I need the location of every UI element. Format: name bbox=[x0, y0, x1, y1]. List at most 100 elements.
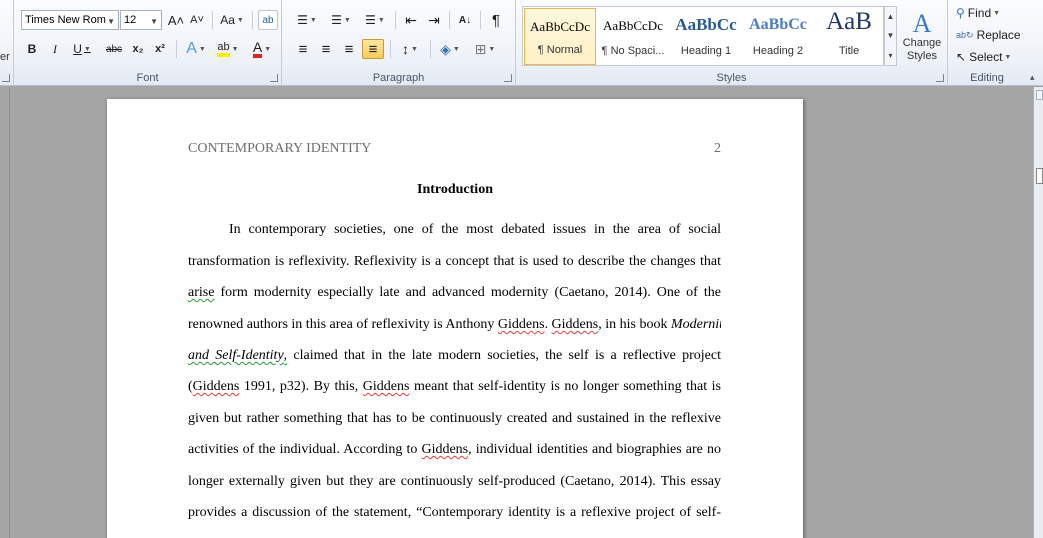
chevron-down-icon: ▼ bbox=[993, 9, 1001, 17]
font-dialog-launcher[interactable] bbox=[270, 74, 278, 82]
style-normal[interactable]: AaBbCcDc ¶ Normal bbox=[524, 8, 596, 65]
change-styles-icon: A bbox=[912, 8, 932, 38]
styles-gallery: AaBbCcDc ¶ Normal AaBbCcDc ¶ No Spaci...… bbox=[522, 6, 884, 66]
multilevel-list-button[interactable]: ☰ ▼ bbox=[360, 10, 390, 30]
body-line: longer externally given but they are con… bbox=[188, 474, 721, 492]
show-formatting-marks-button[interactable]: ¶ bbox=[485, 10, 507, 30]
shrink-font-icon: A˅ bbox=[190, 14, 204, 26]
line-spacing-icon: ↕ bbox=[402, 41, 410, 57]
change-styles-button[interactable]: A Change Styles bbox=[899, 6, 945, 66]
section-heading: Introduction bbox=[417, 182, 493, 197]
paragraph-dialog-launcher[interactable] bbox=[504, 74, 512, 82]
chevron-down-icon[interactable]: ▼ bbox=[887, 31, 895, 40]
change-case-button[interactable]: Aa ▼ bbox=[217, 10, 247, 30]
align-right-button[interactable]: ≡ bbox=[338, 39, 360, 59]
italic-icon: I bbox=[53, 41, 57, 56]
chevron-down-icon: ▼ bbox=[83, 45, 91, 53]
style-no-spacing[interactable]: AaBbCcDc ¶ No Spaci... bbox=[597, 8, 669, 65]
change-styles-label-2: Styles bbox=[907, 49, 937, 62]
borders-button[interactable]: ⊞ ▼ bbox=[470, 39, 500, 59]
font-size-combo[interactable]: 12 ▼ bbox=[120, 10, 162, 30]
vertical-scrollbar[interactable] bbox=[1033, 87, 1043, 538]
styles-gallery-scroll[interactable]: ▲ ▼ ▾ bbox=[884, 6, 897, 66]
find-button[interactable]: ⚲ Find ▼ bbox=[955, 3, 1023, 23]
underline-button[interactable]: U ▼ bbox=[68, 39, 96, 59]
multilevel-list-icon: ☰ bbox=[365, 13, 376, 27]
grow-font-icon: A˄ bbox=[167, 12, 185, 28]
clipboard-dialog-launcher[interactable] bbox=[2, 74, 10, 82]
style-title[interactable]: AaB Title bbox=[813, 8, 885, 65]
change-styles-label-1: Change bbox=[902, 36, 942, 49]
style-heading-2[interactable]: AaBbCc Heading 2 bbox=[742, 8, 814, 65]
chevron-down-icon: ▼ bbox=[1004, 53, 1012, 61]
select-button[interactable]: ↖ Select ▼ bbox=[955, 47, 1025, 67]
shading-button[interactable]: ◈ ▼ bbox=[435, 39, 465, 59]
body-line: renowned authors in this area of reflexi… bbox=[188, 317, 721, 335]
highlight-button[interactable]: ab ▼ bbox=[213, 39, 243, 59]
replace-button[interactable]: ab↻ Replace bbox=[955, 25, 1025, 45]
text-run: claimed that in the late modern societie… bbox=[287, 348, 721, 363]
line-spacing-button[interactable]: ↕ ▼ bbox=[395, 39, 425, 59]
spelling-flagged-word: Giddens bbox=[362, 379, 410, 394]
italic-text-run: and Self-Identity bbox=[188, 348, 284, 363]
clear-formatting-button[interactable]: ab bbox=[258, 10, 278, 30]
bold-button[interactable]: B bbox=[22, 39, 42, 59]
align-center-icon: ≡ bbox=[321, 40, 331, 58]
text-run: 1991, p32). By this, bbox=[239, 379, 363, 394]
more-styles-icon[interactable]: ▾ bbox=[888, 51, 892, 60]
decrease-indent-button[interactable]: ⇤ bbox=[400, 10, 422, 30]
chevron-down-icon: ▼ bbox=[411, 45, 418, 53]
grow-font-button[interactable]: A˄ bbox=[166, 10, 186, 30]
scrollbar-thumb[interactable] bbox=[1036, 168, 1043, 184]
body-line: (Giddens 1991, p32). By this, Giddens me… bbox=[188, 379, 721, 397]
divider bbox=[252, 11, 253, 29]
strikethrough-button[interactable]: abc bbox=[102, 39, 126, 59]
bullets-icon: ☰ bbox=[297, 13, 308, 27]
justify-button[interactable]: ≡ bbox=[362, 39, 384, 59]
ruler-toggle-icon[interactable] bbox=[1036, 90, 1043, 100]
italic-text-run: Modernity bbox=[670, 317, 721, 332]
font-name-combo[interactable]: Times New Rom ▼ bbox=[21, 10, 119, 30]
increase-indent-button[interactable]: ⇥ bbox=[423, 10, 445, 30]
align-left-button[interactable]: ≡ bbox=[292, 39, 314, 59]
body-line: and Self-Identity, claimed that in the l… bbox=[188, 348, 721, 366]
spelling-flagged-word: Giddens bbox=[551, 317, 599, 332]
text-run: , individual identities and biographies … bbox=[468, 442, 721, 457]
chevron-down-icon: ▼ bbox=[488, 45, 496, 53]
document-page[interactable]: CONTEMPORARY IDENTITY 2 Introduction In … bbox=[107, 99, 803, 538]
align-center-button[interactable]: ≡ bbox=[315, 39, 337, 59]
collapse-ribbon-icon[interactable]: ▴ bbox=[1030, 72, 1035, 83]
text-run: form modernity especially late and advan… bbox=[214, 285, 721, 300]
numbering-button[interactable]: ☰ ▼ bbox=[326, 10, 356, 30]
chevron-down-icon: ▼ bbox=[452, 45, 460, 53]
align-left-icon: ≡ bbox=[298, 40, 308, 58]
binoculars-icon: ⚲ bbox=[956, 6, 965, 20]
body-line: provides a discussion of the statement, … bbox=[188, 505, 721, 523]
style-name: Heading 1 bbox=[680, 45, 732, 57]
subscript-icon: x₂ bbox=[132, 43, 144, 55]
font-color-button[interactable]: A ▼ bbox=[247, 39, 277, 59]
font-color-icon: A bbox=[252, 40, 263, 58]
change-case-icon: Aa bbox=[220, 13, 235, 27]
spelling-flagged-word: Giddens bbox=[421, 442, 469, 457]
text-effects-button[interactable]: A ▼ bbox=[182, 39, 210, 59]
body-line: activities of the individual. According … bbox=[188, 442, 721, 460]
shrink-font-button[interactable]: A˅ bbox=[187, 10, 207, 30]
find-label: Find bbox=[967, 6, 992, 20]
grammar-flagged-word: arise bbox=[188, 285, 215, 300]
superscript-button[interactable]: x² bbox=[150, 39, 170, 59]
text-run: renowned authors in this area of reflexi… bbox=[188, 317, 498, 332]
borders-icon: ⊞ bbox=[474, 40, 487, 57]
italic-button[interactable]: I bbox=[45, 39, 65, 59]
font-group-label: Font bbox=[136, 72, 159, 84]
chevron-down-icon: ▼ bbox=[377, 16, 385, 24]
text-effects-icon: A bbox=[186, 40, 197, 57]
chevron-up-icon[interactable]: ▲ bbox=[887, 12, 895, 21]
styles-dialog-launcher[interactable] bbox=[936, 74, 944, 82]
bullets-button[interactable]: ☰ ▼ bbox=[292, 10, 322, 30]
style-heading-1[interactable]: AaBbCc Heading 1 bbox=[670, 8, 742, 65]
chevron-down-icon: ▼ bbox=[107, 17, 115, 26]
subscript-button[interactable]: x₂ bbox=[128, 39, 148, 59]
replace-icon: ab↻ bbox=[956, 29, 974, 40]
sort-button[interactable]: A↓ bbox=[454, 10, 476, 30]
